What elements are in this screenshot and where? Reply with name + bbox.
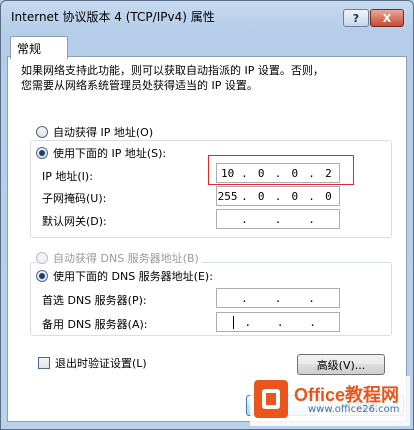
manual-ip-label: 使用下面的 IP 地址(S):	[53, 147, 167, 160]
ip-octet-1: 10	[220, 166, 235, 180]
validate-on-exit-label: 退出时验证设置(L)	[55, 357, 147, 370]
gateway-input[interactable]: . . .	[216, 209, 340, 229]
subnet-octet-1: 255	[217, 189, 238, 203]
close-button[interactable]: X	[370, 9, 404, 27]
intro-text: 如果网络支持此功能，则可以获取自动指派的 IP 设置。否则， 您需要从网络系统管…	[21, 63, 371, 93]
ip-octet-2: 0	[257, 166, 265, 180]
text-caret	[233, 315, 234, 329]
intro-line-2: 您需要从网络系统管理员处获得适当的 IP 设置。	[21, 79, 258, 92]
subnet-input[interactable]: 255. 0. 0. 0	[216, 186, 340, 206]
auto-dns-label: 自动获得 DNS 服务器地址(B)	[53, 252, 199, 265]
manual-ip-radio-row[interactable]: 使用下面的 IP 地址(S):	[36, 145, 170, 161]
tab-general[interactable]: 常规	[10, 36, 68, 59]
manual-dns-radio-row[interactable]: 使用下面的 DNS 服务器地址(E):	[36, 268, 216, 284]
watermark-url: www.office26.com	[308, 404, 400, 415]
validate-on-exit-checkbox[interactable]	[38, 357, 50, 369]
ip-address-input[interactable]: 10. 0. 0. 2	[216, 163, 340, 183]
help-button[interactable]: ?	[343, 9, 369, 27]
preferred-dns-input[interactable]: . . .	[216, 288, 340, 308]
alternate-dns-label: 备用 DNS 服务器(A):	[42, 318, 148, 331]
ip-address-label: IP 地址(I):	[42, 170, 93, 183]
gateway-label: 默认网关(D):	[42, 215, 107, 228]
validate-on-exit-row[interactable]: 退出时验证设置(L)	[38, 355, 147, 371]
subnet-label: 子网掩码(U):	[42, 192, 107, 205]
alternate-dns-input[interactable]: . . .	[216, 312, 340, 332]
manual-ip-radio[interactable]	[36, 147, 48, 159]
watermark-overlay: Office教程网 www.office26.com	[250, 376, 410, 426]
title-bar[interactable]: Internet 协议版本 4 (TCP/IPv4) 属性 ? X	[1, 1, 413, 31]
auto-ip-radio[interactable]	[36, 126, 48, 138]
auto-dns-radio-row: 自动获得 DNS 服务器地址(B)	[36, 250, 202, 266]
manual-dns-radio[interactable]	[36, 270, 48, 282]
auto-dns-radio	[36, 252, 48, 264]
ip-octet-3: 0	[291, 166, 299, 180]
subnet-octet-3: 0	[291, 189, 299, 203]
auto-ip-radio-row[interactable]: 自动获得 IP 地址(O)	[36, 124, 157, 140]
subnet-octet-4: 0	[325, 189, 332, 203]
manual-dns-label: 使用下面的 DNS 服务器地址(E):	[53, 270, 213, 283]
window-title: Internet 协议版本 4 (TCP/IPv4) 属性	[11, 10, 215, 24]
office-logo-icon	[254, 380, 288, 418]
intro-line-1: 如果网络支持此功能，则可以获取自动指派的 IP 设置。否则，	[21, 64, 324, 77]
advanced-button[interactable]: 高级(V)...	[297, 354, 385, 375]
ip-octet-4: 2	[325, 166, 332, 180]
preferred-dns-label: 首选 DNS 服务器(P):	[42, 294, 147, 307]
auto-ip-label: 自动获得 IP 地址(O)	[53, 126, 154, 139]
subnet-octet-2: 0	[257, 189, 265, 203]
